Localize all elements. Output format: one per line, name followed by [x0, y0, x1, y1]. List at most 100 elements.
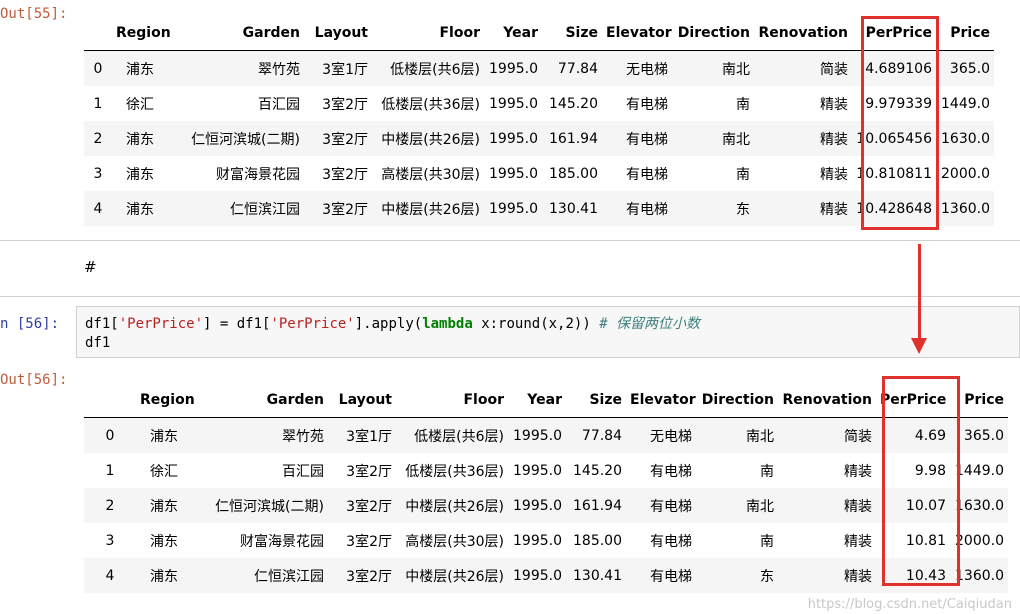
code-keyword: lambda	[422, 316, 473, 332]
code-comment: # 保留两位小数	[599, 316, 701, 332]
highlight-box-perprice-before	[861, 16, 939, 230]
cell-renovation: 精装	[820, 96, 848, 113]
cell-elevator: 有电梯	[602, 191, 672, 226]
table-row: 0 浦东 翠竹苑 3室1厅 低楼层(共6层) 1995.0 77.84 无电梯 南北 简装 4.68…	[84, 50, 994, 86]
cell-region: 徐汇	[150, 463, 178, 480]
cell-region: 浦东	[112, 121, 168, 156]
code-editor[interactable]: df1['PerPrice'] = df1['PerPrice'].apply(…	[76, 306, 1020, 358]
cell-region: 浦东	[112, 50, 168, 86]
cell-direction: 东	[672, 191, 754, 226]
watermark: https://blog.csdn.net/Caiqiudan	[807, 597, 1012, 612]
column-header-garden: Garden	[192, 383, 328, 418]
cell-year: 1995.0	[508, 488, 566, 523]
column-header-renovation: Renovation	[778, 383, 876, 418]
column-header-year: Year	[484, 16, 542, 51]
cell-floor: 低楼层(共6层)	[372, 50, 484, 86]
cell-price: 2000.0	[941, 165, 990, 182]
cell-size: 145.20	[573, 462, 622, 479]
code-token: ] = df1[	[203, 316, 271, 332]
cell-region: 徐汇	[126, 96, 154, 113]
cell-renovation: 精装	[754, 121, 852, 156]
cell-renovation: 精装	[844, 533, 872, 550]
cell-garden: 仁恒滨江园	[168, 191, 304, 226]
cell-elevator: 有电梯	[602, 121, 672, 156]
in-prompt-56: n [56]:	[0, 316, 60, 332]
table-header-row: Region Garden Layout Floor Year Size Elevator D…	[84, 16, 994, 51]
cell-garden: 财富海景花园	[240, 533, 324, 550]
cell-renovation: 精装	[820, 166, 848, 183]
table-row: 2 浦东 仁恒河滨城(二期) 3室2厅 中楼层(共26层) 1995.0 161.94 有电梯…	[84, 121, 994, 156]
column-header-layout: Layout	[304, 16, 372, 51]
column-header-floor: Floor	[372, 16, 484, 51]
cell-layout: 3室2厅	[322, 166, 368, 183]
cell-renovation: 精装	[778, 488, 876, 523]
cell-garden: 百汇园	[258, 96, 300, 113]
cell-year: 1995.0	[484, 121, 542, 156]
row-index: 3	[93, 165, 103, 182]
markdown-hash: #	[84, 258, 97, 276]
row-index: 1	[93, 95, 103, 112]
cell-price: 1360.0	[936, 191, 994, 226]
row-index: 3	[105, 532, 115, 549]
dataframe-table-after: Region Garden Layout Floor Year Size Elevator D…	[84, 383, 1008, 593]
column-header-elevator: Elevator	[626, 383, 696, 418]
column-header-region: Region	[136, 383, 195, 418]
cell-renovation: 简装	[778, 417, 876, 453]
cell-size: 77.84	[566, 417, 626, 453]
row-index: 0	[84, 417, 136, 453]
cell-separator	[0, 240, 1020, 241]
cell-elevator: 无电梯	[626, 417, 696, 453]
cell-floor: 中楼层(共26层)	[396, 558, 508, 593]
cell-size: 130.41	[542, 191, 602, 226]
dataframe-table-before: Region Garden Layout Floor Year Size Elevator D…	[84, 16, 994, 226]
cell-year: 1995.0	[508, 558, 566, 593]
cell-direction: 南北	[672, 50, 754, 86]
table-row: 4 浦东 仁恒滨江园 3室2厅 中楼层(共26层) 1995.0 130.41 有电梯东精装 1…	[84, 191, 994, 226]
cell-garden: 百汇园	[282, 463, 324, 480]
column-header-direction: Direction	[696, 383, 778, 418]
cell-elevator: 无电梯	[602, 50, 672, 86]
cell-garden: 翠竹苑	[168, 50, 304, 86]
cell-direction: 南北	[672, 121, 754, 156]
cell-year: 1995.0	[513, 462, 562, 479]
cell-size: 185.00	[573, 532, 622, 549]
cell-price: 1449.0	[941, 95, 990, 112]
cell-garden: 仁恒河滨城(二期)	[168, 121, 304, 156]
index-header	[84, 383, 136, 418]
cell-year: 1995.0	[508, 417, 566, 453]
code-token: ].apply(	[354, 316, 423, 332]
index-header	[84, 16, 112, 51]
row-index: 2	[84, 121, 112, 156]
column-header-year: Year	[508, 383, 566, 418]
cell-separator	[0, 296, 1020, 297]
cell-elevator: 有电梯	[626, 166, 668, 183]
column-header-size: Size	[542, 16, 602, 51]
code-token: df1[	[85, 316, 119, 332]
cell-region: 浦东	[136, 488, 192, 523]
cell-region: 浦东	[136, 417, 192, 453]
cell-garden: 仁恒河滨城(二期)	[192, 488, 328, 523]
table-row: 2 浦东 仁恒河滨城(二期) 3室2厅 中楼层(共26层) 1995.0 161.94 有电梯…	[84, 488, 1008, 523]
column-header-garden: Garden	[168, 16, 304, 51]
cell-direction: 南北	[696, 488, 778, 523]
cell-renovation: 精装	[844, 463, 872, 480]
cell-layout: 3室1厅	[304, 50, 372, 86]
cell-direction: 南	[736, 166, 750, 183]
cell-layout: 3室2厅	[304, 191, 372, 226]
cell-year: 1995.0	[489, 165, 538, 182]
column-header-direction: Direction	[672, 16, 754, 51]
table-row: 3 浦东 财富海景花园 3室2厅 高楼层(共30层) 1995.0 185.00 有电梯 南 精装…	[84, 156, 994, 191]
cell-size: 145.20	[549, 95, 598, 112]
cell-floor: 低楼层(共6层)	[396, 417, 508, 453]
code-token: x:round(x,2))	[472, 316, 600, 332]
cell-layout: 3室2厅	[346, 463, 392, 480]
cell-floor: 低楼层(共36层)	[381, 96, 480, 113]
cell-layout: 3室2厅	[328, 488, 396, 523]
cell-price: 1630.0	[936, 121, 994, 156]
cell-size: 161.94	[542, 121, 602, 156]
cell-size: 161.94	[566, 488, 626, 523]
row-index: 4	[84, 191, 112, 226]
cell-renovation: 简装	[754, 50, 852, 86]
cell-elevator: 有电梯	[626, 488, 696, 523]
cell-garden: 翠竹苑	[192, 417, 328, 453]
